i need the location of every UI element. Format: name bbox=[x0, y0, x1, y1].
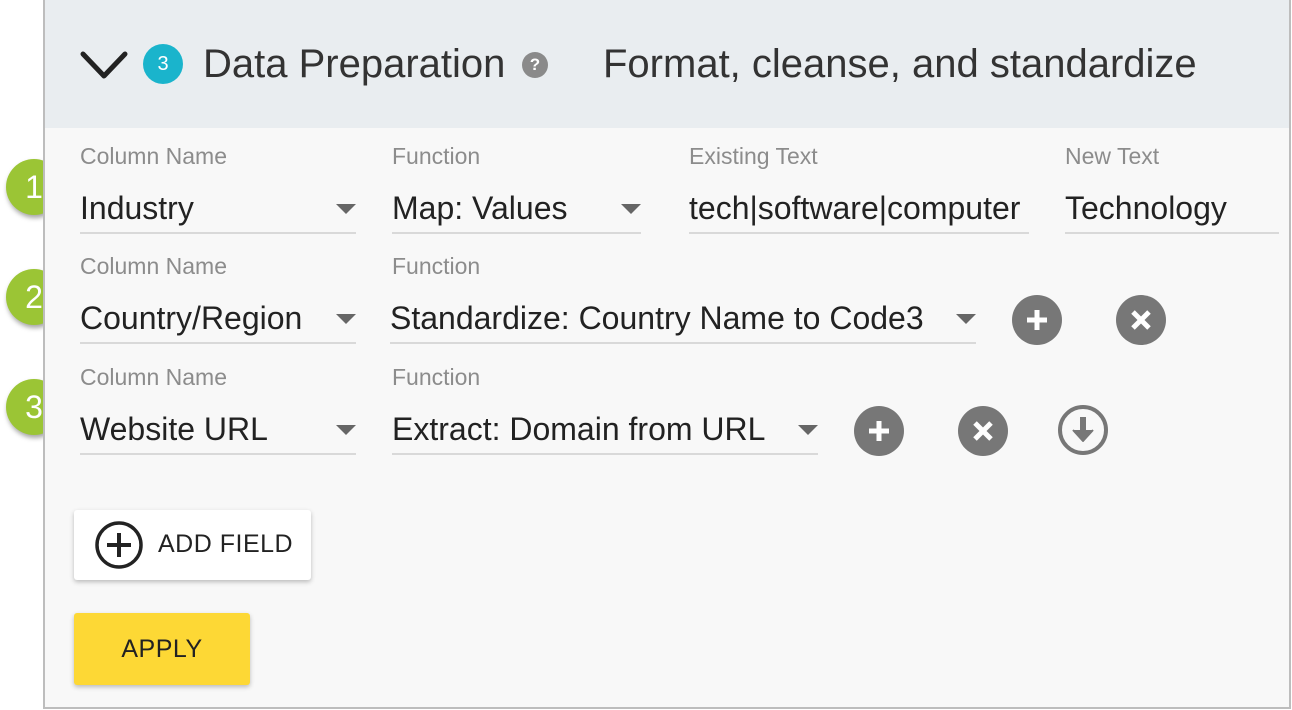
section-subtitle: Format, cleanse, and standardize bbox=[603, 42, 1197, 86]
new-text-label: New Text bbox=[1065, 143, 1160, 169]
function-label: Function bbox=[392, 253, 481, 279]
apply-button[interactable]: APPLY bbox=[74, 613, 250, 685]
column-name-value: Website URL bbox=[80, 411, 268, 447]
function-select[interactable]: Extract: Domain from URL bbox=[392, 407, 818, 455]
remove-button[interactable] bbox=[958, 406, 1008, 456]
data-preparation-panel: 3 Data Preparation ? Format, cleanse, an… bbox=[43, 0, 1291, 709]
existing-text-value: tech|software|computer bbox=[689, 190, 1021, 226]
dropdown-arrow-icon bbox=[336, 204, 356, 214]
existing-text-input[interactable]: tech|software|computer bbox=[689, 186, 1029, 234]
column-name-label: Column Name bbox=[80, 143, 227, 169]
function-value: Map: Values bbox=[392, 190, 568, 226]
section-title: Data Preparation bbox=[203, 42, 506, 86]
add-button[interactable] bbox=[1012, 295, 1062, 345]
column-name-label: Column Name bbox=[80, 253, 227, 279]
add-field-button[interactable]: ADD FIELD bbox=[74, 510, 311, 580]
move-down-icon[interactable] bbox=[1057, 404, 1109, 456]
function-label: Function bbox=[392, 364, 481, 390]
new-text-value: Technology bbox=[1065, 190, 1227, 226]
close-icon bbox=[973, 421, 993, 441]
new-text-input[interactable]: Technology bbox=[1065, 186, 1279, 234]
help-icon[interactable]: ? bbox=[522, 52, 548, 78]
function-select[interactable]: Standardize: Country Name to Code3 bbox=[390, 296, 976, 344]
dropdown-arrow-icon bbox=[336, 314, 356, 324]
close-icon bbox=[1131, 310, 1151, 330]
dropdown-arrow-icon bbox=[956, 314, 976, 324]
function-select[interactable]: Map: Values bbox=[392, 186, 641, 234]
column-name-label: Column Name bbox=[80, 364, 227, 390]
column-name-select[interactable]: Website URL bbox=[80, 407, 356, 455]
column-name-select[interactable]: Country/Region bbox=[80, 296, 356, 344]
chevron-down-icon[interactable] bbox=[79, 44, 129, 84]
column-name-value: Country/Region bbox=[80, 300, 303, 336]
dropdown-arrow-icon bbox=[336, 425, 356, 435]
add-field-label: ADD FIELD bbox=[158, 530, 294, 558]
dropdown-arrow-icon bbox=[798, 425, 818, 435]
existing-text-label: Existing Text bbox=[689, 143, 818, 169]
plus-icon bbox=[1027, 310, 1047, 330]
step-number-badge: 3 bbox=[143, 44, 183, 84]
function-label: Function bbox=[392, 143, 481, 169]
dropdown-arrow-icon bbox=[621, 204, 641, 214]
plus-circle-icon bbox=[95, 521, 143, 569]
function-value: Standardize: Country Name to Code3 bbox=[390, 300, 924, 336]
plus-icon bbox=[869, 421, 889, 441]
column-name-select[interactable]: Industry bbox=[80, 186, 356, 234]
function-value: Extract: Domain from URL bbox=[392, 411, 766, 447]
add-button[interactable] bbox=[854, 406, 904, 456]
remove-button[interactable] bbox=[1116, 295, 1166, 345]
column-name-value: Industry bbox=[80, 190, 194, 226]
panel-header[interactable]: 3 Data Preparation ? Format, cleanse, an… bbox=[45, 0, 1289, 128]
